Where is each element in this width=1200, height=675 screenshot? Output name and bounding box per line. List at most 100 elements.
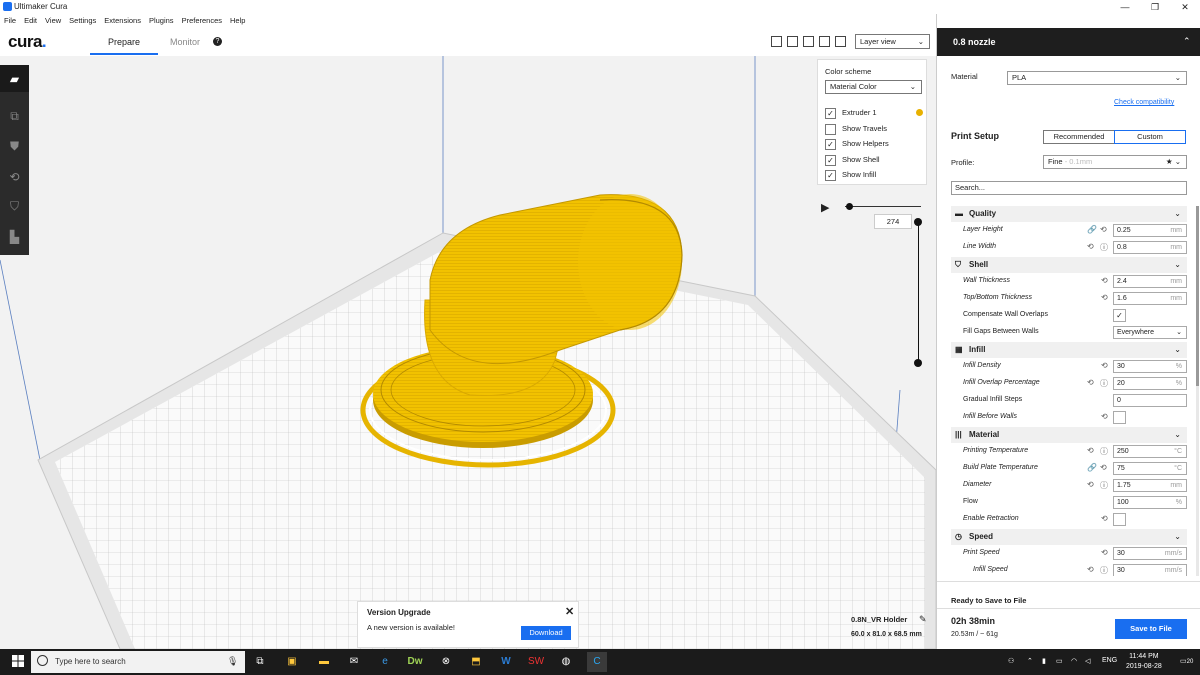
checkbox[interactable] [825,123,836,135]
setting-input[interactable]: 0 [1113,394,1187,407]
solidworks-icon[interactable]: SW [526,652,546,672]
close-icon[interactable]: ✕ [565,605,574,618]
setting-input[interactable]: 2.4 mm [1113,275,1187,288]
menu-help[interactable]: Help [226,14,249,28]
reset-icon[interactable]: ⟲ [1101,361,1108,370]
mirror-tool-icon[interactable]: ⛉ [0,193,29,220]
scale-tool-icon[interactable]: ⛊ [0,133,29,160]
play-icon[interactable]: ▶ [821,201,829,214]
menu-plugins[interactable]: Plugins [145,14,178,28]
category-shell[interactable]: ⛉ Shell ⌄ [951,257,1187,273]
info-icon[interactable]: ⓘ [1100,242,1108,253]
reset-icon[interactable]: ⟲ [1087,446,1094,455]
menu-view[interactable]: View [41,14,65,28]
chevron-down-icon[interactable]: ⌄ [1174,206,1181,222]
layer-slider-bottom-handle[interactable] [914,359,922,367]
file-explorer-icon[interactable]: ▬ [314,652,334,672]
info-icon[interactable]: ⓘ [1100,480,1108,491]
windows-start-icon[interactable] [12,655,24,667]
settings-search-input[interactable]: Search... [951,181,1187,195]
info-icon[interactable]: ⓘ [1100,378,1108,389]
setting-input[interactable]: 30 mm/s [1113,547,1187,560]
link-icon[interactable]: 🔗 [1087,463,1097,472]
app-x-icon[interactable]: ⊗ [436,652,456,672]
material-select[interactable]: PLA ⌄ [1007,71,1187,85]
reset-icon[interactable]: ⟲ [1101,548,1108,557]
minimize-button[interactable]: — [1110,0,1140,14]
color-scheme-select[interactable]: Material Color ⌄ [825,80,922,94]
cura-taskbar-icon[interactable]: C [587,652,607,672]
option-show-helpers[interactable]: ✓ Show Helpers [825,137,889,150]
chevron-down-icon[interactable]: ⌄ [1174,529,1181,545]
setting-select[interactable]: Everywhere ⌄ [1113,326,1187,339]
view-3d-icon[interactable] [771,36,782,47]
layer-number-input[interactable]: 274 [874,214,912,229]
checkbox[interactable]: ✓ [825,154,836,166]
check-compatibility-link[interactable]: Check compatibility [1114,99,1174,106]
reset-icon[interactable]: ⟲ [1101,514,1108,523]
reset-icon[interactable]: ⟲ [1087,565,1094,574]
info-icon[interactable]: ⓘ [1100,565,1108,576]
reset-icon[interactable]: ⟲ [1100,225,1107,234]
menu-settings[interactable]: Settings [65,14,100,28]
custom-button[interactable]: Custom [1114,130,1186,144]
category-quality[interactable]: ▬ Quality ⌄ [951,206,1187,222]
setting-input[interactable]: 30% [1113,360,1187,373]
reset-icon[interactable]: ⟲ [1087,378,1094,387]
checkbox[interactable]: ✓ [825,169,836,181]
close-window-button[interactable]: ✕ [1170,0,1200,14]
reset-icon[interactable]: ⟲ [1087,480,1094,489]
tab-monitor[interactable]: Monitor [170,37,200,47]
setting-input[interactable]: 0.8 mm [1113,241,1187,254]
chevron-down-icon[interactable]: ⌄ [1174,427,1181,443]
nozzle-header[interactable]: 0.8 nozzle ⌃ [937,28,1200,56]
menu-edit[interactable]: Edit [20,14,41,28]
store-icon[interactable]: ▣ [282,652,302,672]
task-view-icon[interactable]: ⧉ [250,652,270,672]
chevron-up-icon[interactable]: ⌃ [1183,36,1191,47]
app-sphere-icon[interactable]: ◍ [556,652,576,672]
tray-chevron-icon[interactable]: ⌃ [1027,657,1033,665]
info-icon[interactable]: ⓘ [1100,446,1108,457]
support-blocker-icon[interactable]: ▙ [0,223,29,250]
setting-checkbox[interactable] [1113,513,1126,526]
view-front-icon[interactable] [787,36,798,47]
3d-viewport[interactable] [0,56,936,649]
category-infill[interactable]: ▦ Infill ⌄ [951,342,1187,358]
setting-checkbox[interactable] [1113,411,1126,424]
profile-select[interactable]: Fine - 0.1mm ★ ⌄ [1043,155,1187,169]
rotate-tool-icon[interactable]: ⟲ [0,163,29,190]
view-top-icon[interactable] [803,36,814,47]
checkbox[interactable]: ✓ [825,138,836,150]
tab-prepare[interactable]: Prepare [90,37,158,47]
setting-input[interactable]: 75 °C [1113,462,1187,475]
filezilla-icon[interactable]: ⬒ [466,652,486,672]
category-material[interactable]: ||| Material ⌄ [951,427,1187,443]
option-show-shell[interactable]: ✓ Show Shell [825,153,880,166]
setting-input[interactable]: 20% [1113,377,1187,390]
taskbar-search[interactable]: Type here to search 🎙 [31,651,245,673]
edit-pencil-icon[interactable]: ✎ [919,614,927,625]
move-tool-icon[interactable]: ⧉ [0,103,29,130]
microphone-icon[interactable]: 🎙 [227,656,238,667]
people-icon[interactable]: ⚇ [1008,657,1014,665]
system-clock[interactable]: 11:44 PM 2019-08-28 [1126,652,1162,672]
language-indicator[interactable]: ENG [1102,657,1117,664]
mail-icon[interactable]: ✉ [344,652,364,672]
menu-file[interactable]: File [0,14,20,28]
word-icon[interactable]: W [496,652,516,672]
reset-icon[interactable]: ⟲ [1101,412,1108,421]
chevron-down-icon[interactable]: ⌄ [1174,257,1181,273]
reset-icon[interactable]: ⟲ [1101,276,1108,285]
layer-slider[interactable] [918,222,919,363]
scrollbar-thumb[interactable] [1196,206,1199,386]
download-button[interactable]: Download [521,626,571,640]
reset-icon[interactable]: ⟲ [1100,463,1107,472]
tray-app-icon[interactable]: ▮ [1042,657,1046,665]
option-extruder-1[interactable]: ✓ Extruder 1 [825,106,877,119]
setting-checkbox[interactable]: ✓ [1113,309,1126,322]
edge-icon[interactable]: e [375,652,395,672]
setting-input[interactable]: 30 mm/s [1113,564,1187,576]
layer-path-slider[interactable] [845,206,921,207]
setting-input[interactable]: 1.6 mm [1113,292,1187,305]
